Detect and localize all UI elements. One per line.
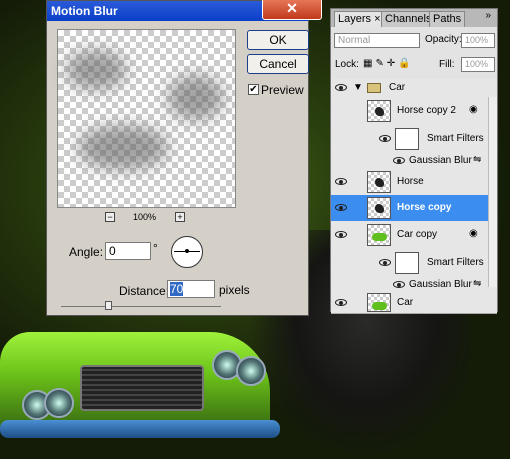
blend-mode-select[interactable]: Normal: [334, 33, 420, 48]
eye-icon[interactable]: [393, 157, 407, 165]
preview-blur-blob: [168, 75, 223, 120]
panel-tabs: Layers × Channels Paths »: [331, 9, 497, 28]
distance-unit: pixels: [219, 283, 250, 297]
angle-dial[interactable]: [171, 236, 203, 268]
layer-thumbnail: [367, 197, 391, 219]
preview-blur-blob: [78, 125, 168, 170]
lock-label: Lock:: [335, 59, 359, 70]
layer-row[interactable]: Horse copy 2 ◉: [331, 97, 497, 126]
smart-object-icon: ◉: [469, 104, 478, 115]
eye-icon[interactable]: [335, 178, 349, 186]
layers-panel: Layers × Channels Paths » Normal Opacity…: [330, 8, 498, 314]
tab-channels[interactable]: Channels: [381, 11, 436, 27]
smart-object-icon: ◉: [469, 228, 478, 239]
layer-thumbnail: [367, 224, 391, 246]
dialog-title: Motion Blur: [51, 4, 118, 18]
angle-label: Angle:: [69, 245, 104, 259]
close-button[interactable]: ✕: [262, 0, 322, 20]
zoom-in-button[interactable]: +: [175, 212, 185, 222]
eye-icon[interactable]: [335, 299, 349, 307]
preview-blur-blob: [66, 50, 126, 90]
preview-label: Preview: [261, 83, 304, 97]
car-thumb: [372, 302, 387, 310]
opacity-input[interactable]: 100%: [461, 33, 495, 48]
cancel-button[interactable]: Cancel: [247, 54, 309, 74]
eye-icon[interactable]: [393, 281, 407, 289]
eye-icon[interactable]: [379, 259, 393, 267]
horse-thumb: [375, 204, 384, 213]
background-car: [0, 310, 290, 459]
eye-icon[interactable]: [335, 84, 349, 92]
layer-name: Smart Filters: [427, 257, 484, 268]
eye-icon[interactable]: [335, 204, 349, 212]
layer-name: Smart Filters: [427, 133, 484, 144]
car-bumper: [0, 420, 280, 438]
filter-preview[interactable]: [57, 29, 236, 208]
distance-slider-track[interactable]: [61, 306, 221, 307]
angle-unit: °: [153, 241, 158, 255]
layer-row-selected[interactable]: Horse copy: [331, 195, 497, 222]
layer-name: Car copy: [397, 229, 438, 240]
layer-name: Gaussian Blur: [409, 279, 472, 290]
layer-name: Horse copy: [397, 202, 452, 213]
eye-icon[interactable]: [379, 135, 393, 143]
zoom-level: 100%: [133, 212, 157, 222]
car-headlight: [44, 388, 74, 418]
smart-filter-mask-thumbnail: [395, 128, 419, 150]
preview-checkbox[interactable]: ✔: [248, 84, 259, 95]
lock-icons[interactable]: ▦✎✛🔒: [363, 58, 414, 69]
layer-name: Car: [397, 297, 414, 308]
layer-name: Horse: [397, 176, 424, 187]
layer-row[interactable]: Horse: [331, 169, 497, 196]
car-thumb: [372, 233, 387, 241]
fill-label: Fill:: [439, 59, 455, 70]
layer-name: Gaussian Blur: [409, 155, 472, 166]
fill-input[interactable]: 100%: [461, 57, 495, 72]
car-headlight: [236, 356, 266, 386]
filter-options-icon[interactable]: ⇋: [473, 278, 481, 289]
car-grille: [80, 365, 204, 411]
motion-blur-dialog: Motion Blur − 100% + OK Cancel ✔ Preview…: [46, 0, 309, 316]
layer-row[interactable]: Smart Filters: [331, 249, 497, 278]
layer-row[interactable]: Gaussian Blur ⇋: [331, 277, 497, 294]
smart-filter-mask-thumbnail: [395, 252, 419, 274]
layer-thumbnail: [367, 171, 391, 193]
distance-slider-thumb[interactable]: [105, 301, 112, 310]
tab-paths[interactable]: Paths: [429, 11, 466, 27]
filter-options-icon[interactable]: ⇋: [473, 154, 481, 165]
horse-thumb: [375, 178, 384, 187]
tab-layers[interactable]: Layers ×: [334, 11, 385, 27]
angle-input[interactable]: 0: [105, 242, 151, 260]
angle-dial-center: [185, 249, 189, 253]
layers-list: ▼ Car Horse copy 2 ◉ Smart Filters Gauss…: [331, 79, 497, 314]
horse-thumb: [375, 107, 384, 116]
layer-name: Car: [389, 82, 406, 93]
layer-options: Normal Opacity: 100% Lock: ▦✎✛🔒 Fill: 10…: [331, 27, 497, 79]
layer-row[interactable]: Smart Filters: [331, 125, 497, 154]
opacity-label: Opacity:: [425, 34, 462, 45]
layer-row[interactable]: ▼ Car: [331, 79, 497, 98]
layer-name: Horse copy 2: [397, 105, 456, 116]
layer-row[interactable]: Car: [331, 293, 497, 314]
folder-icon: [367, 83, 381, 93]
expand-triangle-icon[interactable]: ▼: [353, 82, 363, 93]
layer-row[interactable]: Car copy ◉: [331, 221, 497, 250]
layer-thumbnail: [367, 293, 391, 312]
layers-scrollbar[interactable]: [488, 97, 497, 287]
distance-value: 70: [170, 282, 184, 296]
zoom-out-button[interactable]: −: [105, 212, 115, 222]
layer-thumbnail: [367, 100, 391, 122]
eye-icon[interactable]: [335, 231, 349, 239]
distance-label: Distance:: [119, 284, 170, 298]
ok-button[interactable]: OK: [247, 30, 309, 50]
distance-input[interactable]: 70: [167, 280, 215, 298]
panel-menu-icon[interactable]: »: [485, 10, 491, 21]
layer-row[interactable]: Gaussian Blur ⇋: [331, 153, 497, 170]
